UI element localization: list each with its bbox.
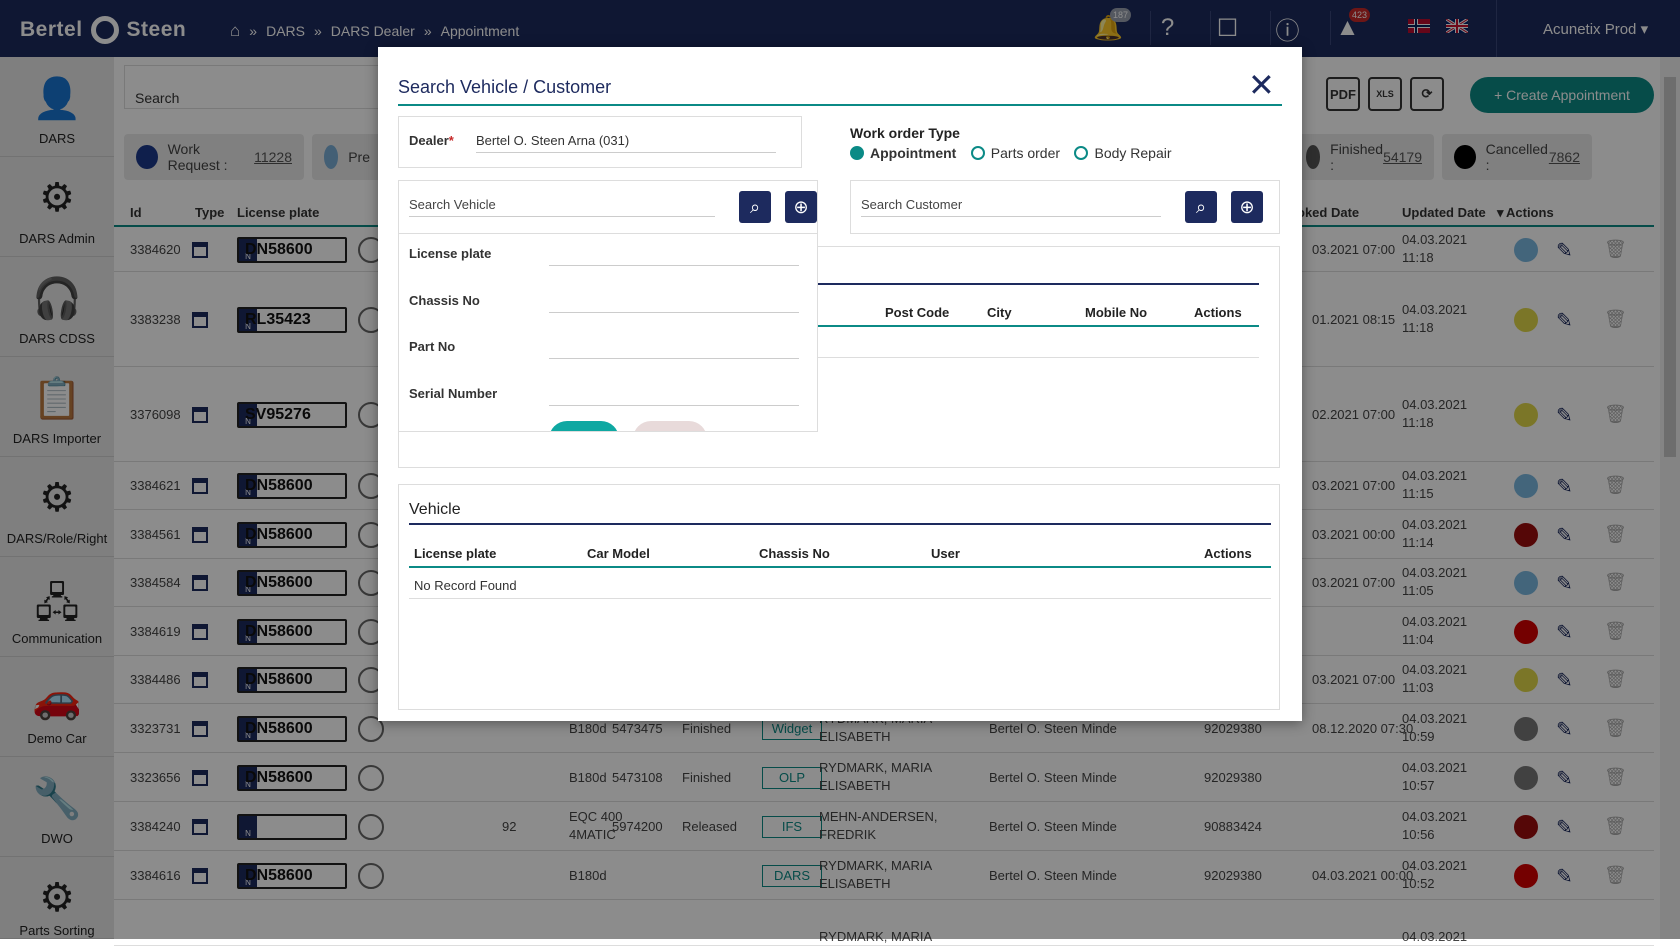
field-label-serial-number: Serial Number [409,386,498,401]
search-vehicle-button[interactable]: ⌕ [739,191,771,223]
radio-parts-order[interactable]: Parts order [970,145,1061,161]
col-user: User [931,546,960,561]
divider [398,104,1282,106]
divider [409,566,1271,568]
license-plate-field[interactable] [549,246,799,266]
chassis-no-field[interactable] [549,293,799,313]
customer-search-box: Search Customer ⌕ ⊕ [850,180,1280,234]
search-icon: ⌕ [1195,196,1207,217]
radio-checked-icon [850,146,864,160]
dealer-box: Dealer* Bertel O. Steen Arna (031) [398,116,802,168]
close-icon[interactable]: ✕ [1248,69,1275,101]
search-icon: ⌕ [749,196,761,217]
part-no-field[interactable] [549,339,799,359]
radio-label: Body Repair [1094,145,1172,161]
cancel-button[interactable]: Cancel [633,421,707,431]
col-actions: Actions [1194,305,1242,320]
col-post-code: Post Code [885,305,950,320]
search-customer-input[interactable]: Search Customer [861,197,1161,217]
search-plus-icon: ⊕ [1239,196,1255,217]
field-label-part-no: Part No [409,339,456,354]
dealer-field[interactable]: Bertel O. Steen Arna (031) [476,133,776,153]
field-label-chassis-no: Chassis No [409,293,480,308]
apply-button[interactable]: Apply [549,421,619,431]
search-customer-button[interactable]: ⌕ [1185,191,1217,223]
radio-label: Appointment [870,145,957,161]
modal-title: Search Vehicle / Customer [398,77,612,97]
field-label-license-plate: License plate [409,246,492,261]
search-plus-icon: ⊕ [793,196,809,217]
search-vehicle-input[interactable]: Search Vehicle [409,197,715,217]
vehicle-search-box: Search Vehicle ⌕ ⊕ [398,180,818,234]
vehicle-section-title: Vehicle [409,501,461,518]
advanced-vehicle-search-button[interactable]: ⊕ [785,191,817,223]
col-chassis-no: Chassis No [759,546,830,561]
divider [409,598,1271,599]
radio-unchecked-icon [970,146,985,160]
dealer-label-text: Dealer [409,133,449,148]
search-modal: Search Vehicle / Customer ✕ Dealer* Bert… [378,47,1302,721]
col-mobile-no: Mobile No [1085,305,1148,320]
radio-label: Parts order [990,145,1061,161]
serial-number-field[interactable] [549,386,799,406]
col-city: City [987,305,1012,320]
required-mark: * [448,133,454,148]
wo-type-label: Work order Type [850,125,960,141]
work-order-type: Work order Type Appointment Parts order … [850,125,1182,165]
radio-body-repair[interactable]: Body Repair [1074,145,1172,161]
advanced-customer-search-button[interactable]: ⊕ [1231,191,1263,223]
col-license-plate: License plate [414,546,497,561]
radio-appointment[interactable]: Appointment [850,145,956,161]
col-car-model: Car Model [587,546,650,561]
col-actions: Actions [1204,546,1252,561]
vehicle-results: Vehicle License plate Car Model Chassis … [398,484,1280,710]
advanced-search-panel: License plate Chassis No Part No Serial … [398,234,818,432]
radio-unchecked-icon [1074,146,1089,160]
divider [409,523,1271,525]
dealer-label: Dealer* [409,133,454,148]
no-record-text: No Record Found [414,578,517,593]
